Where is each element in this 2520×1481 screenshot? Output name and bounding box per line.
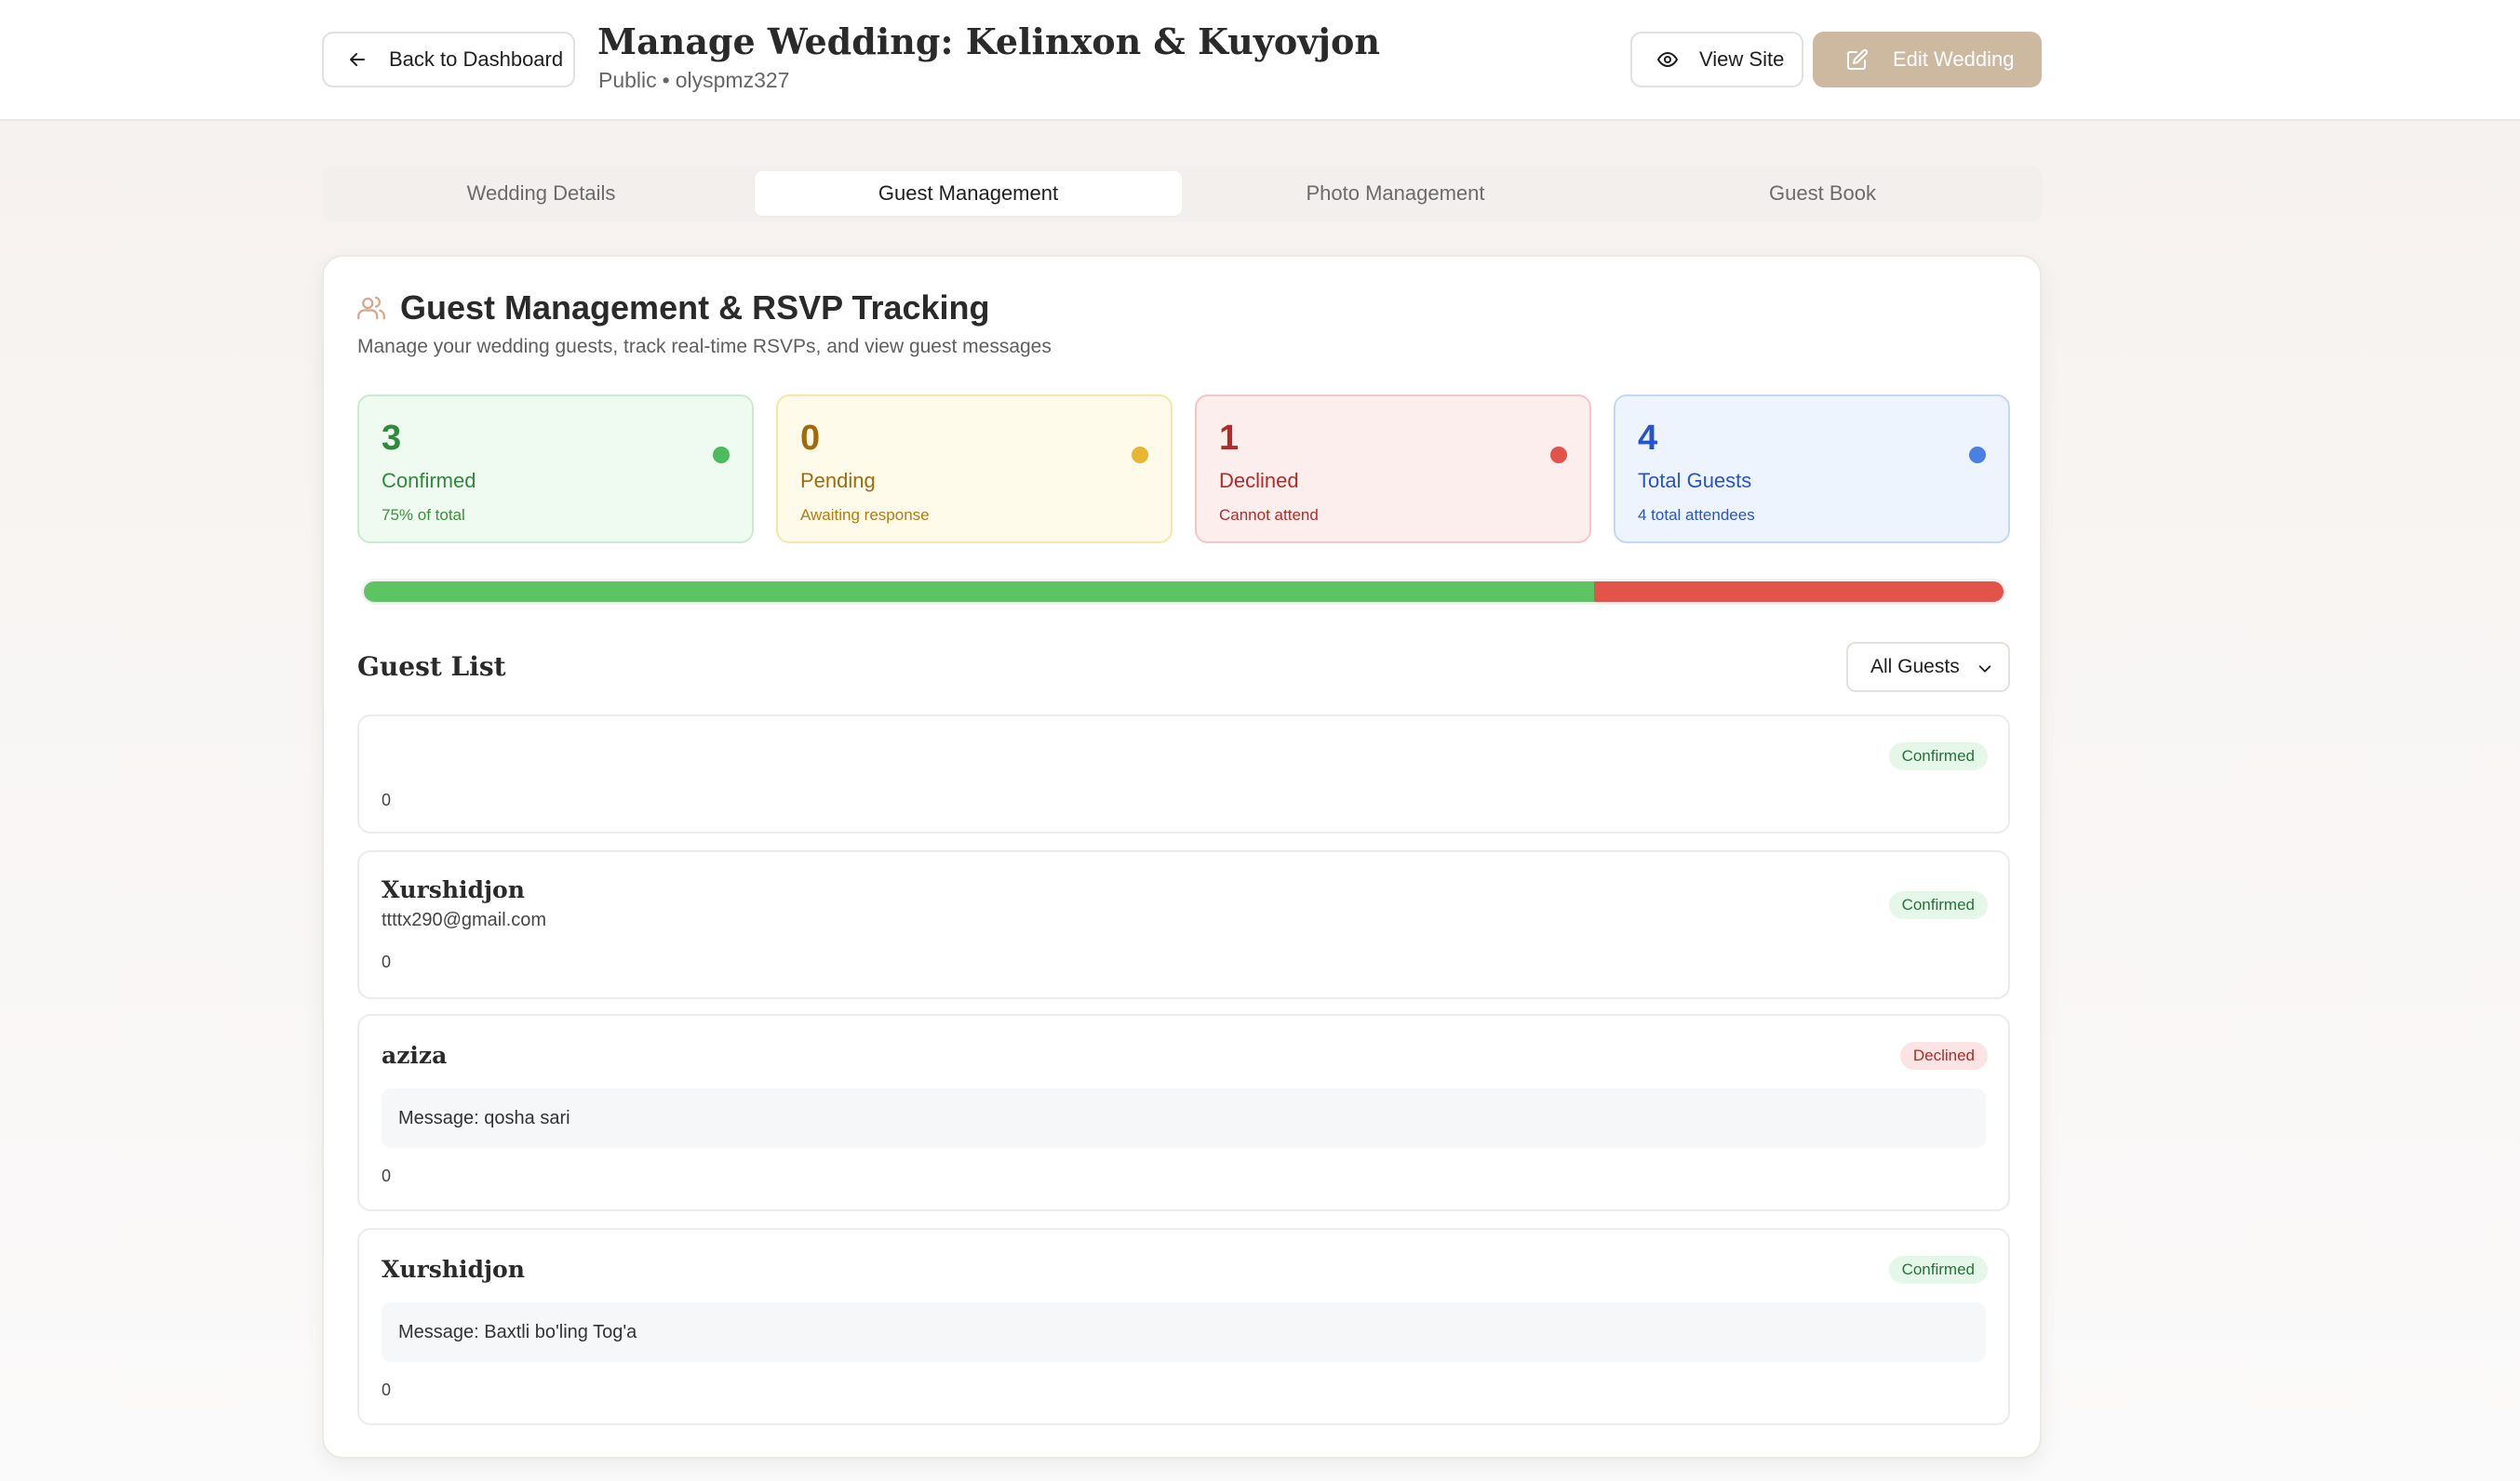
progress-confirmed-segment [364,581,1594,602]
status-dot [1132,447,1148,463]
view-site-label: View Site [1699,47,1785,71]
guest-count: 0 [382,1381,392,1399]
status-dot [1550,447,1567,463]
guest-count: 0 [382,953,392,971]
tab-guest-book[interactable]: Guest Book [1609,171,2036,216]
stat-label: Declined [1219,469,1299,492]
tab-wedding-details[interactable]: Wedding Details [328,171,755,216]
stat-value: 3 [382,419,402,458]
chevron-down-icon [1978,665,1991,673]
stat-label: Total Guests [1638,469,1752,492]
guest-message: Message: Baxtli bo'ling Tog'a [382,1302,1986,1362]
guest-row: Xurshidjon ttttx290@gmail.com Confirmed … [357,850,2010,999]
back-to-dashboard-button[interactable]: Back to Dashboard [322,32,575,87]
edit-wedding-button[interactable]: Edit Wedding [1813,32,2042,87]
guest-row: Xurshidjon Confirmed Message: Baxtli bo'… [357,1228,2010,1425]
status-badge: Declined [1899,1042,1988,1070]
stat-confirmed: 3 Confirmed 75% of total [357,394,754,543]
wedding-slug: olyspmz327 [675,68,790,92]
users-icon [357,296,385,320]
guest-row: aziza Declined Message: qosha sari 0 [357,1014,2010,1211]
stat-subtext: Awaiting response [800,506,930,524]
guest-name: Xurshidjon [382,876,525,903]
manage-tabs: Wedding Details Guest Management Photo M… [322,166,2042,221]
guest-row: Confirmed 0 [357,714,2010,834]
guest-name: aziza [382,1042,448,1069]
section-title: Guest Management & RSVP Tracking [400,288,990,327]
stat-pending: 0 Pending Awaiting response [776,394,1173,543]
view-site-button[interactable]: View Site [1630,32,1803,87]
guest-list-title: Guest List [357,651,506,682]
guest-email: ttttx290@gmail.com [382,910,547,930]
section-header: Guest Management & RSVP Tracking [357,288,990,327]
tab-photo-management[interactable]: Photo Management [1182,171,1609,216]
eye-icon [1657,52,1678,67]
guest-count: 0 [382,1167,392,1185]
status-badge: Confirmed [1888,891,1988,919]
progress-declined-segment [1593,581,2004,602]
arrow-left-icon [350,53,365,66]
status-badge: Confirmed [1888,1256,1988,1284]
tab-guest-management[interactable]: Guest Management [755,171,1182,216]
stat-subtext: Cannot attend [1219,506,1319,524]
meta-separator: • [662,68,670,92]
guest-name: Xurshidjon [382,1256,525,1283]
guest-count: 0 [382,791,392,809]
status-badge: Confirmed [1888,742,1988,770]
rsvp-stats: 3 Confirmed 75% of total 0 Pending Await… [357,394,2010,543]
wedding-meta: Public • olyspmz327 [598,68,789,93]
stat-value: 0 [800,419,821,458]
guest-filter-select[interactable]: All Guests [1846,642,2010,692]
status-dot [713,447,730,463]
stat-declined: 1 Declined Cannot attend [1195,394,1591,543]
edit-wedding-label: Edit Wedding [1893,47,2015,71]
stat-label: Pending [800,469,876,492]
back-button-label: Back to Dashboard [389,47,564,71]
section-description: Manage your wedding guests, track real-t… [357,336,1052,357]
stat-label: Confirmed [382,469,476,492]
status-dot [1969,447,1986,463]
stat-value: 4 [1638,419,1658,458]
filter-selected-value: All Guests [1870,656,1960,677]
stat-value: 1 [1219,419,1240,458]
guest-message: Message: qosha sari [382,1088,1986,1148]
top-header: Back to Dashboard Manage Wedding: Kelinx… [0,0,2520,121]
stat-total-guests: 4 Total Guests 4 total attendees [1614,394,2010,543]
stat-subtext: 4 total attendees [1638,506,1755,524]
stat-subtext: 75% of total [382,506,465,524]
page-title: Manage Wedding: Kelinxon & Kuyovjon [597,20,1381,62]
visibility-label: Public [598,68,657,92]
guest-management-card: Guest Management & RSVP Tracking Manage … [322,255,2042,1459]
edit-icon [1847,48,1869,70]
rsvp-progress-bar [361,579,2006,605]
